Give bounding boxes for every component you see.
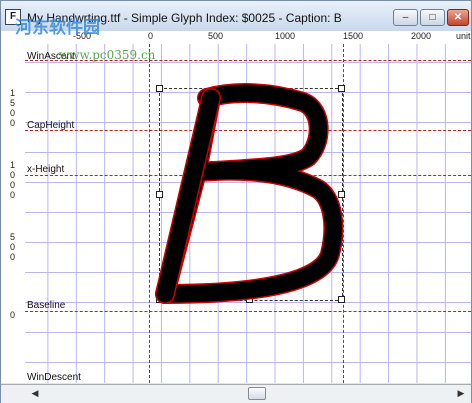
- ruler-left-digit: 0: [10, 252, 16, 262]
- ruler-left-digit: 0: [10, 242, 16, 252]
- glyph-canvas[interactable]: WinAscent CapHeight x-Height Baseline Wi…: [25, 44, 471, 383]
- glyph-b-stem-fill: [156, 89, 220, 303]
- close-button[interactable]: ✕: [447, 9, 469, 26]
- ruler-left-digit: 0: [10, 170, 16, 180]
- ruler-left-digit: 1: [10, 160, 16, 170]
- scroll-corner: [1, 384, 25, 403]
- ruler-left-digit: 0: [10, 118, 16, 128]
- ruler-top-label: unit: [456, 31, 471, 41]
- watermark-logo: 河东软件园: [15, 18, 100, 37]
- scroll-left-arrow-icon[interactable]: ◀: [27, 386, 43, 401]
- ruler-top-label: 0: [148, 31, 154, 41]
- ruler-left-digit: 0: [10, 190, 16, 200]
- minimize-button[interactable]: –: [393, 9, 418, 26]
- scroll-right-arrow-icon[interactable]: ▶: [453, 386, 469, 401]
- ruler-top-label: 1500: [343, 31, 364, 41]
- vertical-ruler: 1 5 0 0 1 0 0 0 5 0 0 0: [1, 44, 26, 383]
- watermark-url: www.pc0359.cn: [59, 48, 156, 62]
- ruler-left-digit: 0: [10, 108, 16, 118]
- scrollbar-thumb[interactable]: [248, 387, 266, 400]
- ruler-top-label: 500: [208, 31, 224, 41]
- ruler-top-label: 2000: [411, 31, 432, 41]
- ruler-left-digit: 0: [10, 310, 16, 320]
- glyph-outline[interactable]: [25, 44, 471, 383]
- ruler-left-digit: 1: [10, 88, 16, 98]
- horizontal-scrollbar[interactable]: ◀ ▶: [25, 384, 471, 403]
- maximize-button[interactable]: □: [420, 9, 445, 26]
- ruler-left-digit: 5: [10, 98, 16, 108]
- ruler-left-digit: 5: [10, 232, 16, 242]
- glyph-editor-window: F My Handwrting.ttf - Simple Glyph Index…: [0, 0, 472, 403]
- ruler-left-digit: 0: [10, 180, 16, 190]
- ruler-top-label: 1000: [275, 31, 296, 41]
